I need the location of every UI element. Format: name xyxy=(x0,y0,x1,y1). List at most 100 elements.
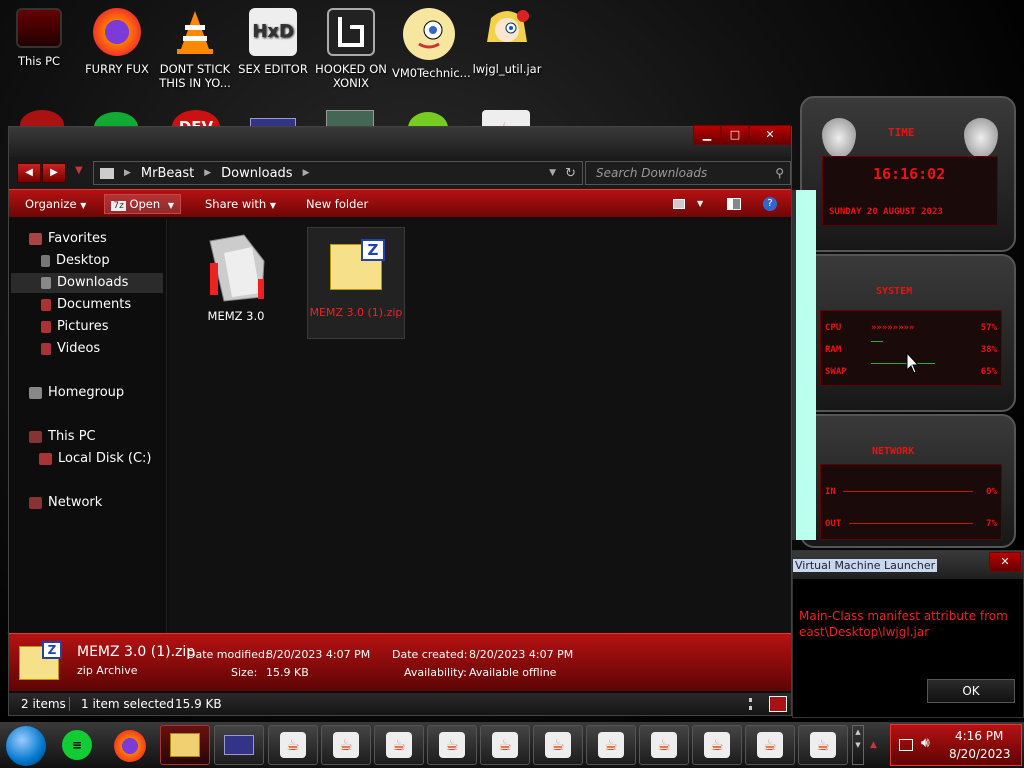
organize-button[interactable]: Organize ▼ xyxy=(25,197,86,211)
java-taskbar-button-1[interactable]: ☕ xyxy=(268,725,318,765)
cartoon-face-icon xyxy=(403,8,455,60)
java-taskbar-button-4[interactable]: ☕ xyxy=(427,725,477,765)
java-taskbar-button-6[interactable]: ☕ xyxy=(533,725,583,765)
desktop-icon-label: DONT STICK THIS IN YO... xyxy=(159,62,231,90)
share-label: Share with xyxy=(204,196,267,211)
address-dropdown-icon[interactable]: ▼ xyxy=(549,168,556,178)
show-hidden-icons-icon[interactable]: ▲ xyxy=(870,740,877,750)
card-icon xyxy=(224,735,254,755)
time-gadget[interactable]: TIME 16:16:02 SUNDAY 20 AUGUST 2023 xyxy=(800,96,1016,252)
nav-homegroup[interactable]: Homegroup xyxy=(29,383,124,403)
java-taskbar-button-5[interactable]: ☕ xyxy=(480,725,530,765)
breadcrumb-downloads[interactable]: Downloads xyxy=(221,166,292,181)
clock-date[interactable]: 8/20/2023 xyxy=(949,747,1011,761)
preview-pane-icon[interactable] xyxy=(727,197,741,210)
desktop-icon-this-pc[interactable]: This PC xyxy=(2,8,76,68)
dialog-message-2: east\Desktop\lwjgl.jar xyxy=(799,625,930,639)
address-bar[interactable]: ▶ MrBeast ▶ Downloads ▶ ▼ ↻ xyxy=(93,161,583,185)
java-taskbar-button-10[interactable]: ☕ xyxy=(745,725,795,765)
cartoon-girl-icon xyxy=(483,8,531,56)
java-taskbar-button-11[interactable]: ☕ xyxy=(798,725,848,765)
nav-this-pc[interactable]: This PC xyxy=(29,427,96,447)
folder-icon xyxy=(100,167,114,179)
java-taskbar-button-8[interactable]: ☕ xyxy=(639,725,689,765)
recent-pages-chevron-icon[interactable]: ▼ xyxy=(75,165,83,176)
desktop-icon-lwjgl-util[interactable]: lwjgl_util.jar xyxy=(470,8,544,76)
nav-local-disk[interactable]: Local Disk (C:) xyxy=(39,449,151,469)
java-icon: ☕ xyxy=(492,732,518,758)
search-icon[interactable]: ⚲ xyxy=(775,162,784,184)
file-explorer-window: ▁ □ ✕ ◀ ▶ ▼ ▶ MrBeast ▶ Downloads ▶ ▼ ↻ … xyxy=(8,125,792,716)
desktop-icon-label: HOOKED ON XONIX xyxy=(315,62,387,90)
file-explorer-taskbar-button[interactable] xyxy=(160,725,210,765)
desktop-icon-sex-editor[interactable]: HxD SEX EDITOR xyxy=(236,8,310,76)
network-tray-icon[interactable] xyxy=(899,739,913,751)
spotify-taskbar-icon[interactable]: ≡ xyxy=(62,730,92,760)
folder-icon xyxy=(170,733,200,757)
network-gadget[interactable]: NETWORK IN 0% OUT 7% xyxy=(800,414,1016,548)
maximize-button[interactable]: □ xyxy=(721,125,749,145)
open-button[interactable]: 7z Open ▼ xyxy=(104,193,181,214)
details-modified-value: 8/20/2023 4:07 PM xyxy=(266,648,371,661)
java-taskbar-button-3[interactable]: ☕ xyxy=(374,725,424,765)
nav-downloads[interactable]: Downloads xyxy=(11,273,163,293)
hxd-icon: HxD xyxy=(249,8,297,56)
java-taskbar-button-2[interactable]: ☕ xyxy=(321,725,371,765)
help-icon[interactable]: ? xyxy=(763,196,777,211)
view-options-icon[interactable] xyxy=(673,198,685,209)
large-icons-view-icon[interactable] xyxy=(769,696,787,712)
zip-icon: Z xyxy=(330,239,385,290)
details-size-label: Size: xyxy=(231,666,258,679)
desktop-icon-vm0technic[interactable]: VM0Technic... xyxy=(392,8,471,80)
share-with-button[interactable]: Share with ▼ xyxy=(205,197,276,211)
network-label: NETWORK xyxy=(872,446,915,457)
java-taskbar-button-9[interactable]: ☕ xyxy=(692,725,742,765)
minimize-button[interactable]: ▁ xyxy=(693,125,721,145)
open-app-icon: 7z xyxy=(111,200,126,211)
chevron-down-icon[interactable]: ▼ xyxy=(697,199,703,208)
organize-label: Organize xyxy=(25,196,77,211)
search-input[interactable]: Search Downloads ⚲ xyxy=(585,161,791,185)
net-in-value: 0% xyxy=(986,487,997,497)
nav-favorites[interactable]: Favorites xyxy=(29,229,107,249)
desktop-icon-furry-fux[interactable]: FURRY FUX xyxy=(80,8,154,76)
new-folder-button[interactable]: New folder xyxy=(306,197,368,211)
ram-graph xyxy=(871,341,883,342)
java-icon: ☕ xyxy=(386,732,412,758)
system-gadget[interactable]: SYSTEM CPU »»»»»»»» 57% RAM 38% SWAP 65% xyxy=(800,254,1016,412)
window-titlebar[interactable]: ▁ □ ✕ xyxy=(9,125,791,157)
card-taskbar-button[interactable] xyxy=(214,725,264,765)
nav-label: Favorites xyxy=(48,231,107,246)
details-view-icon[interactable] xyxy=(749,698,763,710)
refresh-icon[interactable]: ↻ xyxy=(565,166,576,181)
system-label: SYSTEM xyxy=(876,286,913,297)
breadcrumb-mrbeast[interactable]: MrBeast xyxy=(141,166,194,181)
dialog-close-button[interactable]: ✕ xyxy=(989,552,1021,572)
java-icon: ☕ xyxy=(810,732,836,758)
forward-button[interactable]: ▶ xyxy=(42,163,66,183)
taskbar-scroll-icon[interactable]: ▲ ▼ xyxy=(852,725,864,765)
desktop-icon-dont-stick[interactable]: DONT STICK THIS IN YO... xyxy=(158,8,232,90)
nav-label: Network xyxy=(48,495,103,510)
back-button[interactable]: ◀ xyxy=(17,163,41,183)
dialog-titlebar[interactable]: Virtual Machine Launcher ✕ xyxy=(793,551,1023,579)
nav-videos[interactable]: Videos xyxy=(41,339,100,359)
nav-pictures[interactable]: Pictures xyxy=(41,317,108,337)
firefox-icon xyxy=(93,8,141,56)
java-taskbar-button-7[interactable]: ☕ xyxy=(586,725,636,765)
java-icon: ☕ xyxy=(439,732,465,758)
nav-desktop[interactable]: Desktop xyxy=(41,251,110,271)
file-item[interactable]: MEMZ 3.0 xyxy=(191,229,281,329)
volume-icon[interactable]: 🔊︎ xyxy=(921,735,930,751)
start-button[interactable] xyxy=(6,726,46,766)
nav-network[interactable]: Network xyxy=(29,493,102,513)
clock-time[interactable]: 4:16 PM xyxy=(955,729,1003,743)
firefox-taskbar-icon[interactable] xyxy=(114,730,146,762)
nav-documents[interactable]: Documents xyxy=(41,295,131,315)
file-item-selected[interactable]: Z MEMZ 3.0 (1).zip xyxy=(307,227,405,339)
dialog-ok-button[interactable]: OK xyxy=(927,679,1015,703)
close-button[interactable]: ✕ xyxy=(749,125,791,145)
desktop-icon-hooked-on-xonix[interactable]: HOOKED ON XONIX xyxy=(314,8,388,90)
drive-icon xyxy=(39,453,52,465)
net-in-graph xyxy=(843,491,973,492)
